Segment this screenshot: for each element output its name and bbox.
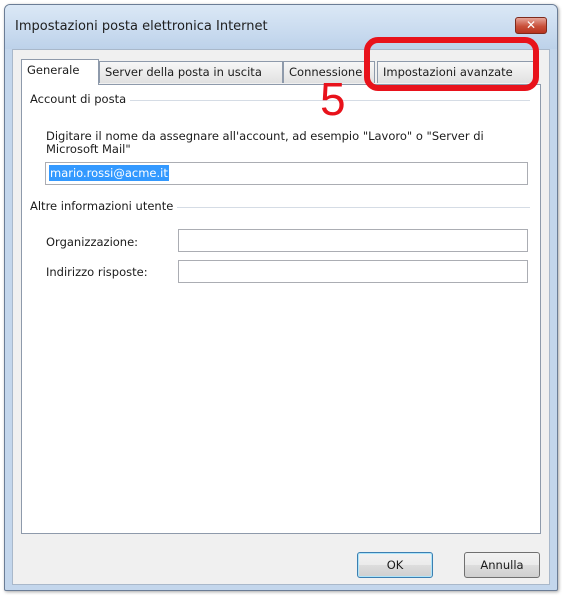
organization-label: Organizzazione: [46,235,139,249]
account-name-input[interactable]: mario.rossi@acme.it [45,162,528,185]
tab-generale[interactable]: Generale [21,59,99,85]
dialog-client-area: Generale Server della posta in uscita Co… [12,49,550,585]
account-name-description: Digitare il nome da assegnare all'accoun… [46,129,484,156]
annotation-highlight-box [364,37,539,91]
organization-input[interactable] [178,229,528,252]
tab-panel-generale: Account di posta Digitare il nome da ass… [21,84,541,534]
annotation-step-number: 5 [320,73,346,125]
close-icon: ✕ [525,18,537,32]
reply-address-input[interactable] [178,260,528,283]
user-info-group-title: Altre informazioni utente [30,199,178,213]
tab-server-posta-uscita[interactable]: Server della posta in uscita [99,61,283,83]
window-title: Impostazioni posta elettronica Internet [15,19,268,34]
close-button[interactable]: ✕ [515,17,547,34]
cancel-button[interactable]: Annulla [464,552,540,578]
account-group-title: Account di posta [30,92,131,106]
ok-button[interactable]: OK [357,552,433,578]
dialog-window: Impostazioni posta elettronica Internet … [4,4,558,591]
account-name-value: mario.rossi@acme.it [49,165,169,181]
reply-address-label: Indirizzo risposte: [46,265,148,279]
